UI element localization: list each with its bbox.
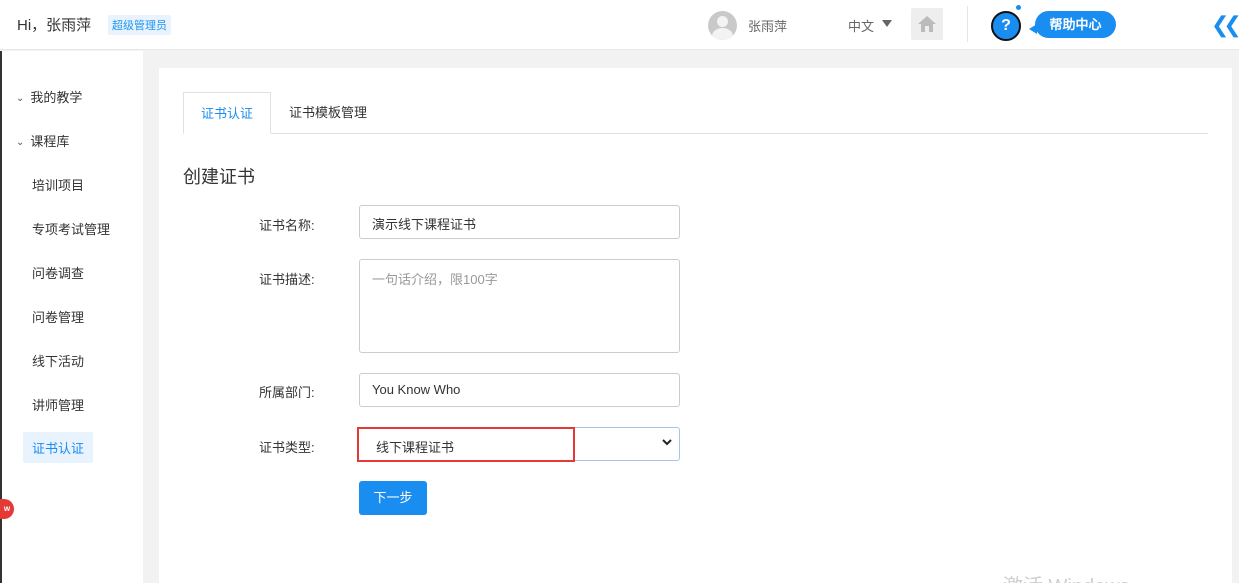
sidebar-item-offline-activity[interactable]: 线下活动 <box>32 351 84 370</box>
sidebar-item-special-exam[interactable]: 专项考试管理 <box>32 219 110 238</box>
chevron-down-icon <box>662 439 672 446</box>
certificate-description-textarea[interactable]: 一句话介绍，限100字 <box>359 259 680 353</box>
sidebar-group-label: 课程库 <box>30 134 70 149</box>
sidebar-group-label: 我的教学 <box>30 90 83 105</box>
chevron-down-icon: ⌄ <box>16 137 25 148</box>
certificate-name-label: 证书名称: <box>259 218 315 233</box>
certificate-type-label: 证书类型: <box>259 440 315 455</box>
certificate-type-select[interactable]: 线下课程证书 <box>357 427 680 461</box>
home-icon <box>918 16 936 32</box>
certificate-description-label: 证书描述: <box>259 272 315 287</box>
sidebar-item-training-projects[interactable]: 培训项目 <box>32 175 84 194</box>
activate-windows-watermark: 激活 Windows <box>1003 570 1130 583</box>
new-badge: w <box>0 499 14 519</box>
tab-certificate-template[interactable]: 证书模板管理 <box>289 92 367 134</box>
language-select[interactable]: 中文 <box>848 16 874 35</box>
help-question-icon[interactable]: ? <box>991 11 1021 41</box>
greeting-text: Hi，张雨萍 <box>17 17 92 34</box>
main-panel: 证书认证 证书模板管理 创建证书 证书名称: 演示线下课程证书 证书描述: 一句… <box>159 68 1232 583</box>
sidebar: ⌄ 我的教学 ⌄ 课程库 培训项目 专项考试管理 问卷调查 问卷管理 线下活动 讲师… <box>0 51 143 583</box>
sidebar-item-certificate[interactable]: 证书认证 <box>23 432 94 463</box>
sidebar-group-course-library[interactable]: ⌄ 课程库 <box>16 131 69 150</box>
username-label[interactable]: 张雨萍 <box>748 16 787 35</box>
top-header: Hi，张雨萍 超级管理员 张雨萍 中文 ? 帮助中心 ❮❮ <box>0 0 1239 50</box>
help-dot-decoration <box>1016 5 1021 10</box>
certificate-type-value: 线下课程证书 <box>376 440 455 455</box>
role-badge: 超级管理员 <box>108 15 171 35</box>
next-step-button[interactable]: 下一步 <box>359 481 427 515</box>
collapse-double-chevron-icon[interactable]: ❮❮ <box>1211 12 1239 38</box>
sidebar-item-survey-management[interactable]: 问卷管理 <box>32 307 84 326</box>
tab-bar: 证书认证 证书模板管理 <box>183 92 1208 134</box>
sidebar-group-my-teaching[interactable]: ⌄ 我的教学 <box>16 87 82 106</box>
home-button[interactable] <box>911 8 943 40</box>
certificate-name-input[interactable]: 演示线下课程证书 <box>359 205 680 239</box>
department-input[interactable]: You Know Who <box>359 373 680 407</box>
avatar-body-shape <box>712 28 733 40</box>
page-title: 创建证书 <box>183 167 255 187</box>
sidebar-item-lecturer-management[interactable]: 讲师管理 <box>32 395 84 414</box>
sidebar-item-survey[interactable]: 问卷调查 <box>32 263 84 282</box>
header-divider <box>967 6 968 42</box>
chevron-down-icon: ⌄ <box>16 93 25 104</box>
tab-certificate[interactable]: 证书认证 <box>183 92 271 134</box>
department-label: 所属部门: <box>259 385 315 400</box>
avatar-head-shape <box>717 16 728 27</box>
avatar[interactable] <box>708 11 737 40</box>
help-center-button[interactable]: 帮助中心 <box>1029 11 1116 38</box>
caret-down-icon[interactable] <box>882 20 892 27</box>
